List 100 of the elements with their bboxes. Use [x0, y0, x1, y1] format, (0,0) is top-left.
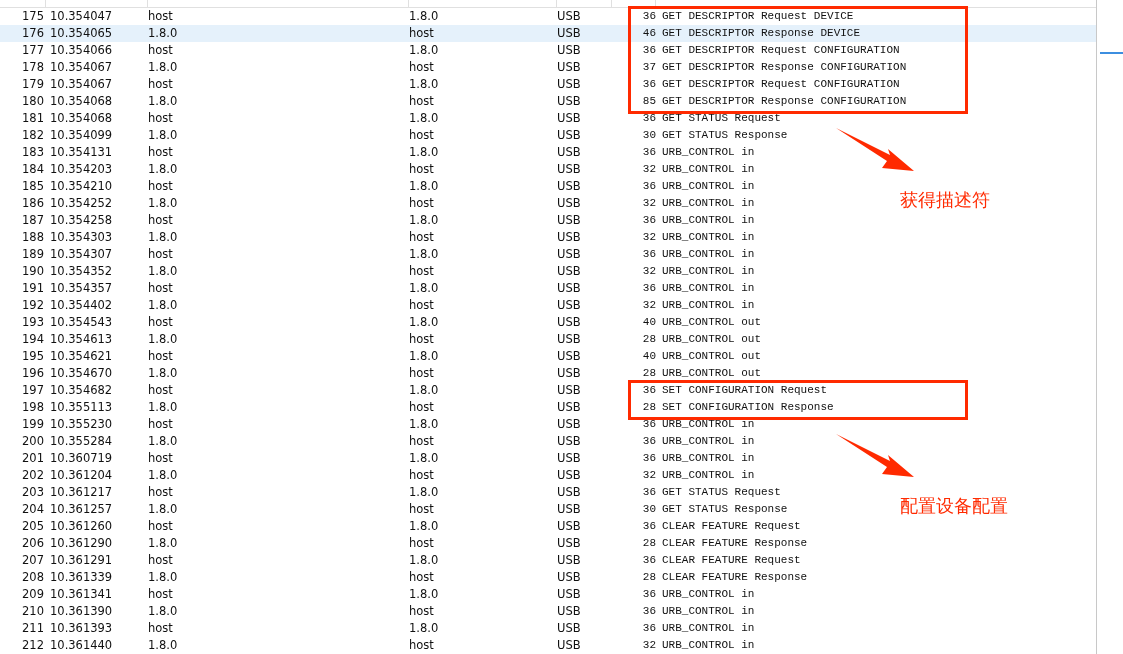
length-cell-text: 30: [641, 128, 656, 144]
number-cell-text: 197: [21, 381, 45, 399]
source-cell-text: host: [148, 381, 174, 399]
info-cell-text: CLEAR FEATURE Request: [661, 553, 801, 569]
time-cell-text: 10.361290: [49, 534, 114, 552]
info-cell-text: URB_CONTROL in: [661, 247, 755, 263]
packet-row[interactable]: 188 10.354303 1.8.0 host USB 32 URB_CONTROL in: [0, 229, 755, 246]
packet-row[interactable]: 179 10.354067 host 1.8.0 USB 36 GET DESCRIPTOR Request CONFIGURATION: [0, 76, 900, 93]
time-cell-text: 10.354067: [49, 58, 114, 76]
number-cell-text: 175: [21, 7, 45, 25]
length-cell-text: 36: [641, 417, 656, 433]
protocol-cell-text: USB: [557, 92, 582, 110]
number-cell-text: 183: [21, 143, 45, 161]
number-cell-text: 192: [21, 296, 45, 314]
packet-row[interactable]: 202 10.361204 1.8.0 host USB 32 URB_CONTROL in: [0, 467, 755, 484]
time-cell-text: 10.361390: [49, 602, 114, 620]
packet-row[interactable]: 190 10.354352 1.8.0 host USB 32 URB_CONTROL in: [0, 263, 755, 280]
source-cell-text: host: [148, 41, 174, 59]
source-cell-text: host: [148, 313, 174, 331]
destination-cell-text: 1.8.0: [409, 7, 440, 25]
length-cell-text: 36: [641, 247, 656, 263]
length-cell-text: 28: [641, 366, 656, 382]
time-cell-text: 10.361257: [49, 500, 114, 518]
packet-row[interactable]: 199 10.355230 host 1.8.0 USB 36 URB_CONTROL in: [0, 416, 755, 433]
time-cell-text: 10.361291: [49, 551, 114, 569]
packet-row[interactable]: 192 10.354402 1.8.0 host USB 32 URB_CONTROL in: [0, 297, 755, 314]
packet-row[interactable]: 212 10.361440 1.8.0 host USB 32 URB_CONTROL in: [0, 637, 755, 654]
packet-row[interactable]: 184 10.354203 1.8.0 host USB 32 URB_CONTROL in: [0, 161, 755, 178]
packet-row[interactable]: 187 10.354258 host 1.8.0 USB 36 URB_CONTROL in: [0, 212, 755, 229]
packet-row[interactable]: 183 10.354131 host 1.8.0 USB 36 URB_CONTROL in: [0, 144, 755, 161]
protocol-cell-text: USB: [557, 415, 582, 433]
protocol-cell-text: USB: [557, 24, 582, 42]
destination-cell-text: host: [409, 24, 435, 42]
packet-row[interactable]: 175 10.354047 host 1.8.0 USB 36 GET DESCRIPTOR Request DEVICE: [0, 8, 854, 25]
protocol-cell-text: USB: [557, 313, 582, 331]
packet-row[interactable]: 206 10.361290 1.8.0 host USB 28 CLEAR FEATURE Response: [0, 535, 808, 552]
packet-row[interactable]: 203 10.361217 host 1.8.0 USB 36 GET STATUS Request: [0, 484, 781, 501]
destination-cell-text: host: [409, 534, 435, 552]
packet-row[interactable]: 196 10.354670 1.8.0 host USB 28 URB_CONTROL out: [0, 365, 762, 382]
time-cell-text: 10.361440: [49, 636, 114, 654]
length-cell-text: 36: [641, 587, 656, 603]
packet-row[interactable]: 198 10.355113 1.8.0 host USB 28 SET CONFIGURATION Response: [0, 399, 834, 416]
destination-cell-text: 1.8.0: [409, 41, 440, 59]
protocol-cell-text: USB: [557, 177, 582, 195]
packet-row[interactable]: 201 10.360719 host 1.8.0 USB 36 URB_CONTROL in: [0, 450, 755, 467]
info-cell-text: URB_CONTROL in: [661, 281, 755, 297]
source-cell-text: 1.8.0: [148, 466, 179, 484]
source-cell-text: host: [148, 7, 174, 25]
number-cell-text: 187: [21, 211, 45, 229]
protocol-cell-text: USB: [557, 398, 582, 416]
destination-cell-text: host: [409, 398, 435, 416]
packet-row[interactable]: 200 10.355284 1.8.0 host USB 36 URB_CONTROL in: [0, 433, 755, 450]
time-cell-text: 10.354068: [49, 92, 114, 110]
packet-row[interactable]: 177 10.354066 host 1.8.0 USB 36 GET DESCRIPTOR Request CONFIGURATION: [0, 42, 900, 59]
packet-row[interactable]: 180 10.354068 1.8.0 host USB 85 GET DESCRIPTOR Response CONFIGURATION: [0, 93, 907, 110]
source-cell-text: host: [148, 347, 174, 365]
source-cell-text: 1.8.0: [148, 58, 179, 76]
packet-row[interactable]: 210 10.361390 1.8.0 host USB 36 URB_CONTROL in: [0, 603, 755, 620]
packet-row[interactable]: 207 10.361291 host 1.8.0 USB 36 CLEAR FEATURE Request: [0, 552, 801, 569]
protocol-cell-text: USB: [557, 500, 582, 518]
protocol-cell-text: USB: [557, 517, 582, 535]
packet-row[interactable]: 209 10.361341 host 1.8.0 USB 36 URB_CONTROL in: [0, 586, 755, 603]
destination-cell-text: 1.8.0: [409, 177, 440, 195]
source-cell-text: host: [148, 177, 174, 195]
packet-row[interactable]: 189 10.354307 host 1.8.0 USB 36 URB_CONTROL in: [0, 246, 755, 263]
packet-row[interactable]: 176 10.354065 1.8.0 host USB 46 GET DESCRIPTOR Response DEVICE: [0, 25, 1096, 42]
info-cell-text: URB_CONTROL in: [661, 587, 755, 603]
number-cell-text: 182: [21, 126, 45, 144]
packet-row[interactable]: 195 10.354621 host 1.8.0 USB 40 URB_CONTROL out: [0, 348, 762, 365]
info-cell-text: URB_CONTROL out: [661, 332, 762, 348]
packet-row[interactable]: 178 10.354067 1.8.0 host USB 37 GET DESCRIPTOR Response CONFIGURATION: [0, 59, 907, 76]
number-cell-text: 204: [21, 500, 45, 518]
destination-cell-text: host: [409, 466, 435, 484]
length-cell-text: 36: [641, 383, 656, 399]
source-cell-text: host: [148, 449, 174, 467]
number-cell-text: 185: [21, 177, 45, 195]
info-cell-text: URB_CONTROL in: [661, 468, 755, 484]
packet-row[interactable]: 205 10.361260 host 1.8.0 USB 36 CLEAR FEATURE Request: [0, 518, 801, 535]
time-cell-text: 10.361339: [49, 568, 114, 586]
packet-row[interactable]: 204 10.361257 1.8.0 host USB 30 GET STATUS Response: [0, 501, 788, 518]
time-cell-text: 10.354682: [49, 381, 114, 399]
packet-row[interactable]: 208 10.361339 1.8.0 host USB 28 CLEAR FEATURE Response: [0, 569, 808, 586]
packet-row[interactable]: 193 10.354543 host 1.8.0 USB 40 URB_CONTROL out: [0, 314, 762, 331]
packet-row[interactable]: 182 10.354099 1.8.0 host USB 30 GET STATUS Response: [0, 127, 788, 144]
info-cell-text: GET STATUS Response: [661, 128, 788, 144]
time-cell-text: 10.354352: [49, 262, 114, 280]
packet-row[interactable]: 194 10.354613 1.8.0 host USB 28 URB_CONTROL out: [0, 331, 762, 348]
source-cell-text: 1.8.0: [148, 194, 179, 212]
time-cell-text: 10.354621: [49, 347, 114, 365]
source-cell-text: 1.8.0: [148, 296, 179, 314]
packet-row[interactable]: 181 10.354068 host 1.8.0 USB 36 GET STATUS Request: [0, 110, 781, 127]
info-cell-text: SET CONFIGURATION Request: [661, 383, 828, 399]
packet-row[interactable]: 185 10.354210 host 1.8.0 USB 36 URB_CONTROL in: [0, 178, 755, 195]
packet-row[interactable]: 211 10.361393 host 1.8.0 USB 36 URB_CONTROL in: [0, 620, 755, 637]
destination-cell-text: host: [409, 228, 435, 246]
number-cell-text: 205: [21, 517, 45, 535]
packet-row[interactable]: 191 10.354357 host 1.8.0 USB 36 URB_CONTROL in: [0, 280, 755, 297]
packet-row[interactable]: 197 10.354682 host 1.8.0 USB 36 SET CONFIGURATION Request: [0, 382, 828, 399]
packet-row[interactable]: 186 10.354252 1.8.0 host USB 32 URB_CONTROL in: [0, 195, 755, 212]
source-cell-text: 1.8.0: [148, 636, 179, 654]
